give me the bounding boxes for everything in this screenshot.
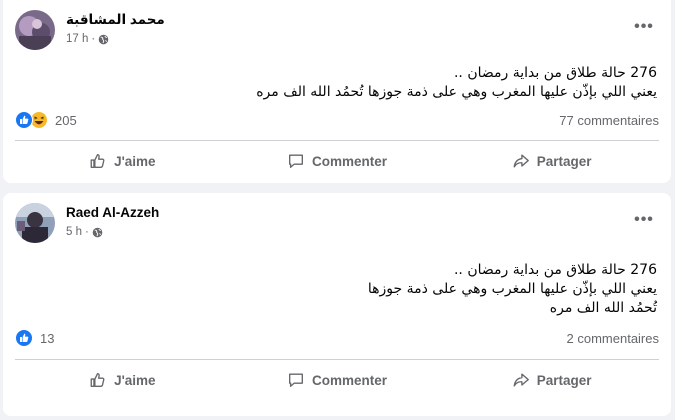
post-meta: 5 h · — [66, 226, 103, 238]
globe-icon — [92, 227, 103, 237]
share-icon — [513, 154, 529, 168]
reaction-count: 205 — [55, 112, 77, 128]
share-label: Partager — [536, 153, 592, 169]
post-content: 276 حالة طلاق من بداية رمضان .. يعني الل… — [256, 64, 657, 102]
comments-count-link[interactable]: 2 commentaires — [567, 331, 659, 346]
avatar[interactable] — [15, 10, 55, 50]
reaction-count: 13 — [40, 330, 55, 346]
like-button[interactable]: J'aime — [15, 363, 230, 397]
content-line: يعني اللي بإذّن عليها المغرب وهي على ذمة… — [367, 281, 657, 297]
post-card: محمد المشاقبة 17 h · ••• 276 حالة طلاق م… — [3, 0, 671, 183]
content-line: 276 حالة طلاق من بداية رمضان .. — [453, 65, 657, 81]
divider — [15, 140, 659, 141]
post-card: Raed Al-Azzeh 5 h · ••• 276 حالة طلاق من… — [3, 193, 671, 416]
comment-label: Commenter — [312, 153, 388, 169]
share-button[interactable]: Partager — [444, 144, 659, 178]
comment-label: Commenter — [312, 372, 388, 388]
share-label: Partager — [536, 372, 592, 388]
post-time[interactable]: 5 h — [66, 226, 82, 238]
share-button[interactable]: Partager — [444, 363, 659, 397]
content-line: تُحمُد الله الف مره — [549, 300, 657, 316]
like-label: J'aime — [114, 153, 156, 169]
comment-icon — [289, 154, 303, 168]
comment-button[interactable]: Commenter — [230, 144, 445, 178]
post-actions: J'aime Commenter Partager — [15, 144, 659, 178]
post-actions: J'aime Commenter Partager — [15, 363, 659, 397]
post-stats: 205 77 commentaires — [15, 109, 659, 131]
post-meta: 17 h · — [66, 33, 109, 45]
reactions-summary[interactable]: 205 — [15, 111, 77, 129]
content-line: يعني اللي بإذّن عليها المغرب وهي على ذمة… — [256, 84, 657, 100]
share-icon — [513, 373, 529, 387]
comment-button[interactable]: Commenter — [230, 363, 445, 397]
post-time[interactable]: 17 h — [66, 33, 88, 45]
like-label: J'aime — [114, 372, 156, 388]
thumbs-up-icon — [90, 154, 105, 168]
author-name[interactable]: محمد المشاقبة — [66, 12, 165, 28]
post-header: Raed Al-Azzeh 5 h · ••• — [15, 201, 659, 245]
more-options-button[interactable]: ••• — [629, 12, 659, 42]
thumbs-up-icon — [90, 373, 105, 387]
author-name[interactable]: Raed Al-Azzeh — [66, 205, 159, 220]
content-line: 276 حالة طلاق من بداية رمضان .. — [453, 262, 657, 278]
comments-count-link[interactable]: 77 commentaires — [559, 113, 659, 128]
comment-icon — [289, 373, 303, 387]
like-button[interactable]: J'aime — [15, 144, 230, 178]
more-icon: ••• — [634, 211, 654, 228]
news-feed: محمد المشاقبة 17 h · ••• 276 حالة طلاق م… — [0, 0, 675, 420]
more-icon: ••• — [634, 18, 654, 35]
like-reaction-icon — [15, 329, 33, 347]
more-options-button[interactable]: ••• — [629, 205, 659, 235]
post-stats: 13 2 commentaires — [15, 327, 659, 349]
reaction-icons — [15, 329, 33, 347]
post-content: 276 حالة طلاق من بداية رمضان .. يعني الل… — [368, 261, 657, 318]
globe-icon — [98, 34, 109, 44]
avatar[interactable] — [15, 203, 55, 243]
like-reaction-icon — [15, 111, 33, 129]
reactions-summary[interactable]: 13 — [15, 329, 54, 347]
divider — [15, 359, 659, 360]
reaction-icons — [15, 111, 48, 129]
post-header: محمد المشاقبة 17 h · ••• — [15, 8, 659, 52]
